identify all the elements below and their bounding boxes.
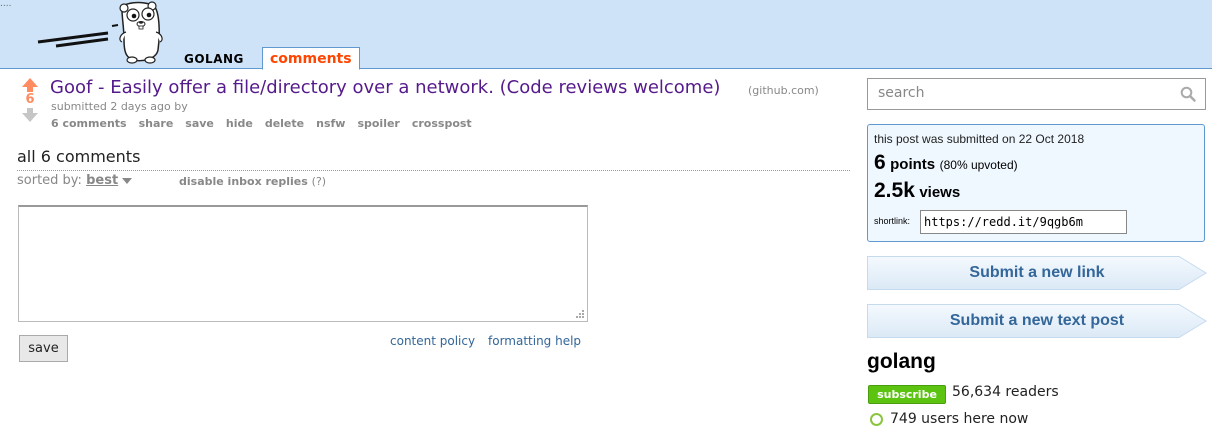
submit-text-post-button[interactable]: Submit a new text post	[867, 304, 1207, 338]
points-line: 6 points (80% upvoted)	[874, 151, 1018, 175]
post-tagline: submitted 2 days ago by	[51, 100, 188, 113]
chevron-down-icon[interactable]	[122, 177, 133, 184]
subreddit-title[interactable]: golang	[867, 350, 936, 374]
upvote-ratio: (80% upvoted)	[939, 158, 1018, 172]
header: .... GOLANG comments	[0, 0, 1212, 70]
post-score: 6	[25, 92, 35, 107]
search-input[interactable]	[868, 79, 1188, 107]
points-label: points	[890, 156, 936, 173]
post-info-box: this post was submitted on 22 Oct 2018 6…	[867, 124, 1205, 242]
disable-inbox-link[interactable]: disable inbox replies	[179, 175, 308, 188]
post-title[interactable]: Goof - Easily offer a file/directory ove…	[50, 77, 720, 98]
upvote-arrow-icon[interactable]	[19, 78, 41, 92]
search-icon[interactable]	[1180, 86, 1196, 102]
views-line: 2.5k views	[874, 179, 960, 203]
submit-text-post-label: Submit a new text post	[949, 312, 1125, 329]
comment-textarea[interactable]	[18, 205, 588, 322]
resize-grip-icon[interactable]	[576, 310, 584, 318]
sort-control: sorted by: best	[17, 173, 133, 188]
share-button[interactable]: share	[139, 117, 174, 130]
spoiler-button[interactable]: spoiler	[357, 117, 399, 130]
nsfw-button[interactable]: nsfw	[316, 117, 345, 130]
comments-divider	[17, 170, 850, 171]
sort-dropdown[interactable]: best	[86, 173, 118, 188]
comments-title: all 6 comments	[17, 147, 141, 166]
shortlink-field[interactable]: https://redd.it/9qgb6m	[920, 210, 1127, 234]
gopher-logo-icon[interactable]	[36, 0, 166, 68]
formatting-help-link[interactable]: formatting help	[488, 334, 581, 348]
post-buttons: 6 comments share save hide delete nsfw spoiler…	[51, 117, 484, 130]
hide-button[interactable]: hide	[226, 117, 253, 130]
submitted-date: this post was submitted on 22 Oct 2018	[874, 132, 1085, 146]
sort-label: sorted by:	[17, 173, 82, 188]
corner-dots: ....	[0, 0, 12, 9]
comments-link[interactable]: 6 comments	[51, 117, 127, 130]
disable-inbox-replies: disable inbox replies (?)	[179, 175, 326, 188]
search-box	[867, 78, 1206, 110]
views-count: 2.5k	[874, 179, 915, 202]
delete-button[interactable]: delete	[265, 117, 304, 130]
subreddit-name[interactable]: GOLANG	[184, 52, 244, 66]
submit-link-label: Submit a new link	[969, 264, 1105, 281]
reader-count: 56,634 readers	[952, 384, 1059, 400]
inbox-help-link[interactable]: (?)	[312, 175, 326, 188]
points-count: 6	[874, 151, 886, 174]
post-domain[interactable]: (github.com)	[748, 84, 819, 97]
shortlink-label: shortlink:	[874, 216, 911, 226]
save-comment-button[interactable]: save	[19, 335, 68, 362]
content-policy-link[interactable]: content policy	[390, 334, 475, 348]
submit-link-button[interactable]: Submit a new link	[867, 256, 1207, 290]
vote-control: 6	[19, 78, 41, 122]
tab-comments[interactable]: comments	[262, 47, 360, 70]
save-post-button[interactable]: save	[185, 117, 214, 130]
crosspost-button[interactable]: crosspost	[412, 117, 472, 130]
downvote-arrow-icon[interactable]	[19, 108, 41, 122]
views-label: views	[919, 184, 961, 201]
online-count: 749 users here now	[890, 411, 1029, 427]
online-status-icon	[870, 413, 883, 426]
subscribe-button[interactable]: subscribe	[868, 385, 946, 404]
